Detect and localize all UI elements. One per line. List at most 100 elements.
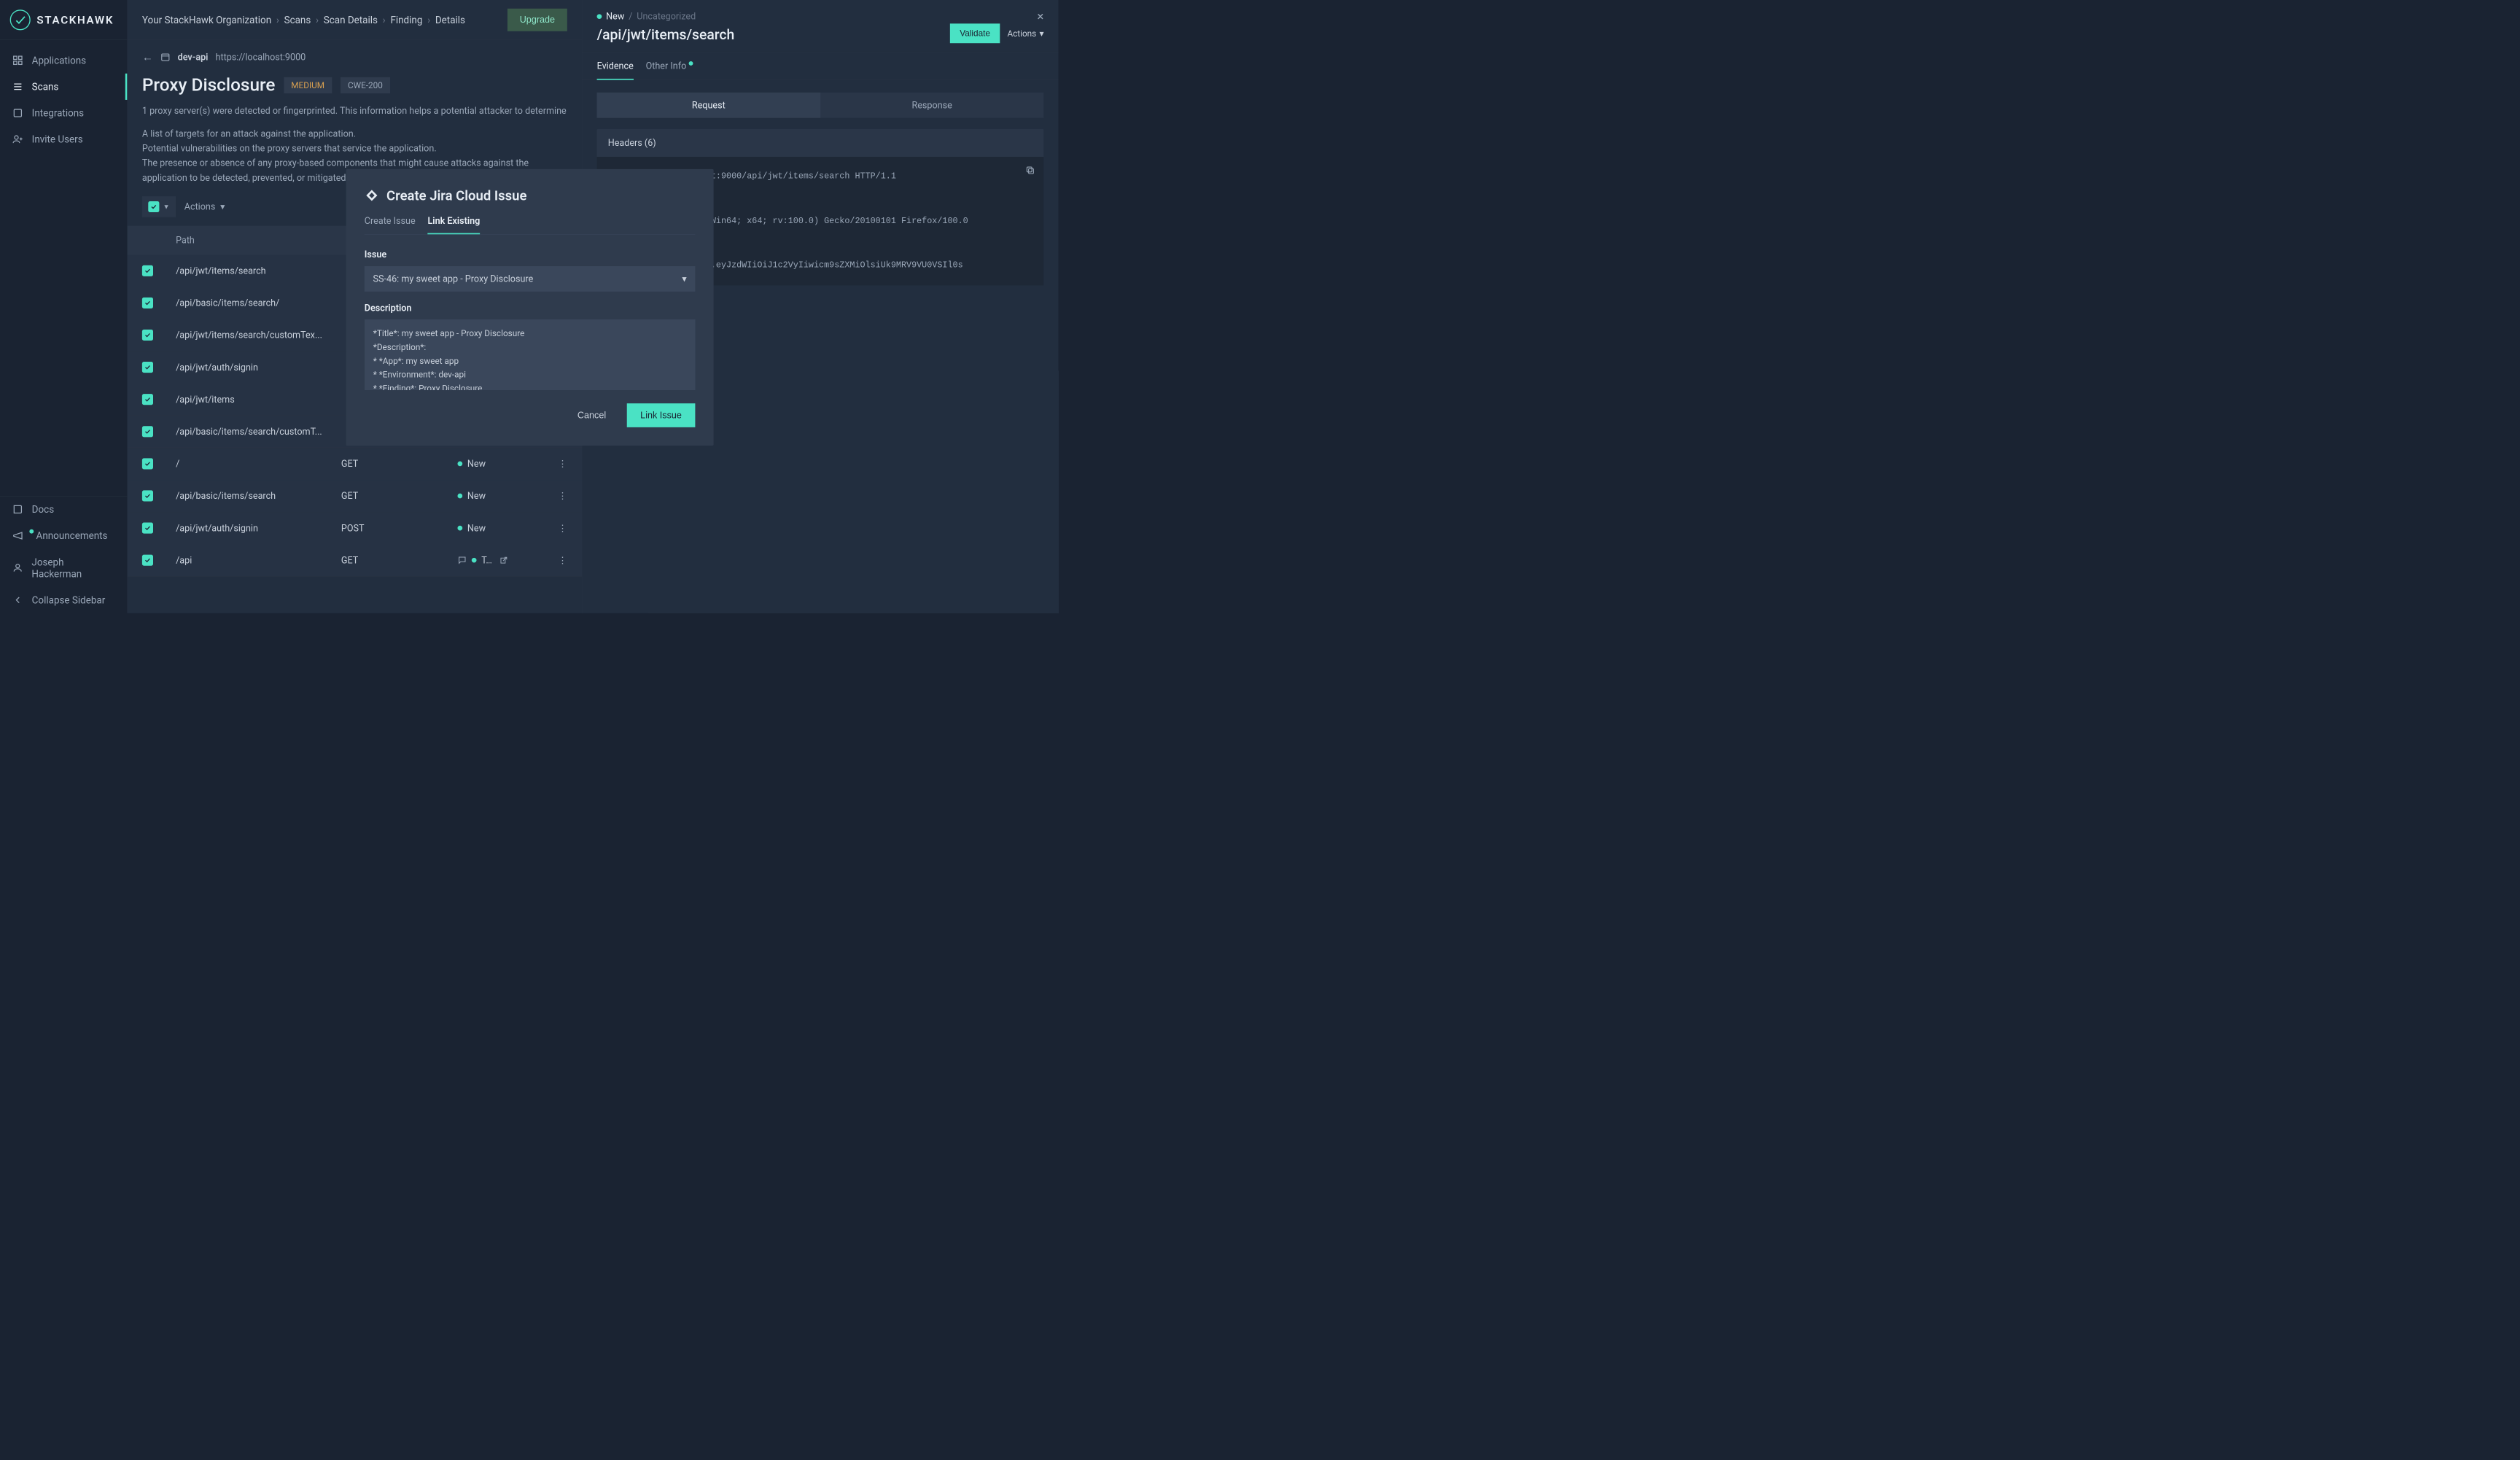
row-checkbox[interactable] (142, 330, 153, 341)
env-name: dev-api (178, 52, 209, 63)
logo[interactable]: STACKHAWK (0, 0, 127, 40)
chevron-down-icon: ▾ (220, 201, 225, 212)
finding-title: Proxy Disclosure (142, 74, 276, 96)
select-all-checkbox[interactable]: ▼ (142, 196, 176, 217)
tab-evidence[interactable]: Evidence (597, 61, 634, 79)
breadcrumb-item[interactable]: Finding (390, 14, 422, 26)
table-row[interactable]: /api/jwt/auth/signin POST New ⋮ (128, 512, 582, 544)
breadcrumb-item[interactable]: Details (435, 14, 465, 26)
back-button[interactable]: ← (142, 51, 153, 64)
sidebar-item-label: Integrations (32, 107, 84, 119)
jira-modal: Create Jira Cloud Issue Create Issue Lin… (346, 169, 714, 446)
validate-button[interactable]: Validate (950, 23, 1000, 43)
breadcrumb-item[interactable]: Scan Details (324, 14, 378, 26)
row-more-menu[interactable]: ⋮ (555, 555, 567, 566)
grid-icon (12, 55, 23, 66)
megaphone-icon (12, 530, 23, 541)
table-row[interactable]: / GET New ⋮ (128, 448, 582, 480)
row-method: GET (341, 491, 458, 502)
row-checkbox[interactable] (142, 298, 153, 308)
issue-field-label: Issue (365, 249, 696, 260)
status-text: New (467, 491, 486, 502)
chevron-down-icon: ▾ (1039, 28, 1043, 39)
row-more-menu[interactable]: ⋮ (555, 523, 567, 534)
sidebar-item-applications[interactable]: Applications (0, 47, 127, 74)
book-icon (12, 504, 23, 515)
sidebar-item-label: Collapse Sidebar (32, 594, 106, 606)
row-checkbox[interactable] (142, 490, 153, 501)
breadcrumb-item[interactable]: Scans (284, 14, 311, 26)
cancel-button[interactable]: Cancel (565, 403, 618, 427)
sidebar-item-scans[interactable]: Scans (0, 74, 127, 100)
headers-count: Headers (6) (597, 129, 1044, 157)
upgrade-button[interactable]: Upgrade (508, 9, 567, 31)
row-method: POST (341, 523, 458, 534)
modal-tab-link-existing[interactable]: Link Existing (427, 216, 480, 235)
finding-summary: 1 proxy server(s) were detected or finge… (128, 101, 582, 126)
row-path: / (176, 459, 341, 470)
description-textarea[interactable] (365, 319, 696, 390)
cwe-badge[interactable]: CWE-200 (341, 77, 390, 93)
row-method: GET (341, 555, 458, 566)
sidebar-item-label: Invite Users (32, 133, 83, 145)
status-dot (457, 526, 462, 531)
sidebar-item-collapse[interactable]: Collapse Sidebar (0, 587, 127, 613)
breadcrumb-item[interactable]: Your StackHawk Organization (142, 14, 271, 26)
tab-other-info[interactable]: Other Info (646, 61, 693, 79)
row-more-menu[interactable]: ⋮ (555, 491, 567, 502)
row-path: /api/jwt/items/search (176, 265, 341, 276)
row-method: GET (341, 459, 458, 470)
close-button[interactable]: × (1037, 9, 1043, 24)
sidebar-item-label: Joseph Hackerman (31, 556, 114, 580)
sidebar-item-docs[interactable]: Docs (0, 496, 127, 522)
table-row[interactable]: /api/basic/items/search GET New ⋮ (128, 480, 582, 512)
table-row[interactable]: /api GET T… ⋮ (128, 544, 582, 576)
category-label: Uncategorized (637, 11, 696, 22)
user-icon (12, 562, 23, 573)
brand-text: STACKHAWK (36, 13, 114, 26)
row-checkbox[interactable] (142, 555, 153, 566)
status-dot (597, 14, 602, 19)
sidebar-item-integrations[interactable]: Integrations (0, 100, 127, 126)
chevron-left-icon (12, 594, 23, 605)
status-text: T… (481, 555, 492, 566)
row-more-menu[interactable]: ⋮ (555, 459, 567, 470)
stackhawk-logo-icon (9, 9, 31, 31)
status-text: New (467, 459, 486, 470)
copy-icon[interactable] (1025, 166, 1035, 175)
actions-dropdown[interactable]: Actions ▾ (184, 201, 225, 212)
sidebar-item-label: Announcements (36, 530, 108, 542)
row-checkbox[interactable] (142, 458, 153, 469)
segment-response[interactable]: Response (820, 93, 1043, 118)
detail-path: /api/jwt/items/search (597, 27, 735, 44)
actions-dropdown[interactable]: Actions ▾ (1007, 28, 1043, 39)
announcement-badge (29, 529, 34, 534)
description-field-label: Description (365, 303, 696, 314)
row-checkbox[interactable] (142, 265, 153, 276)
sidebar-item-label: Docs (32, 503, 54, 515)
row-checkbox[interactable] (142, 394, 153, 405)
sidebar-item-announcements[interactable]: Announcements (0, 523, 127, 549)
comment-icon (457, 556, 467, 565)
sidebar-item-user[interactable]: Joseph Hackerman (0, 549, 127, 587)
row-checkbox[interactable] (142, 426, 153, 437)
jira-icon (365, 188, 379, 203)
issue-select[interactable]: SS-46: my sweet app - Proxy Disclosure ▾ (365, 266, 696, 292)
status-dot (457, 462, 462, 467)
row-checkbox[interactable] (142, 523, 153, 534)
user-plus-icon (12, 134, 23, 145)
segment-request[interactable]: Request (597, 93, 820, 118)
sidebar-item-label: Applications (32, 55, 86, 66)
status-dot (457, 494, 462, 499)
row-path: /api (176, 555, 341, 566)
modal-tab-create[interactable]: Create Issue (365, 216, 416, 235)
puzzle-icon (12, 107, 23, 118)
sidebar-item-invite-users[interactable]: Invite Users (0, 126, 127, 152)
window-icon (160, 53, 170, 62)
status-label: New (606, 11, 624, 22)
row-checkbox[interactable] (142, 362, 153, 373)
link-issue-button[interactable]: Link Issue (627, 403, 696, 427)
chevron-down-icon: ▼ (163, 203, 169, 211)
row-path: /api/basic/items/search (176, 491, 341, 502)
row-path: /api/basic/items/search/customT... (176, 426, 341, 437)
